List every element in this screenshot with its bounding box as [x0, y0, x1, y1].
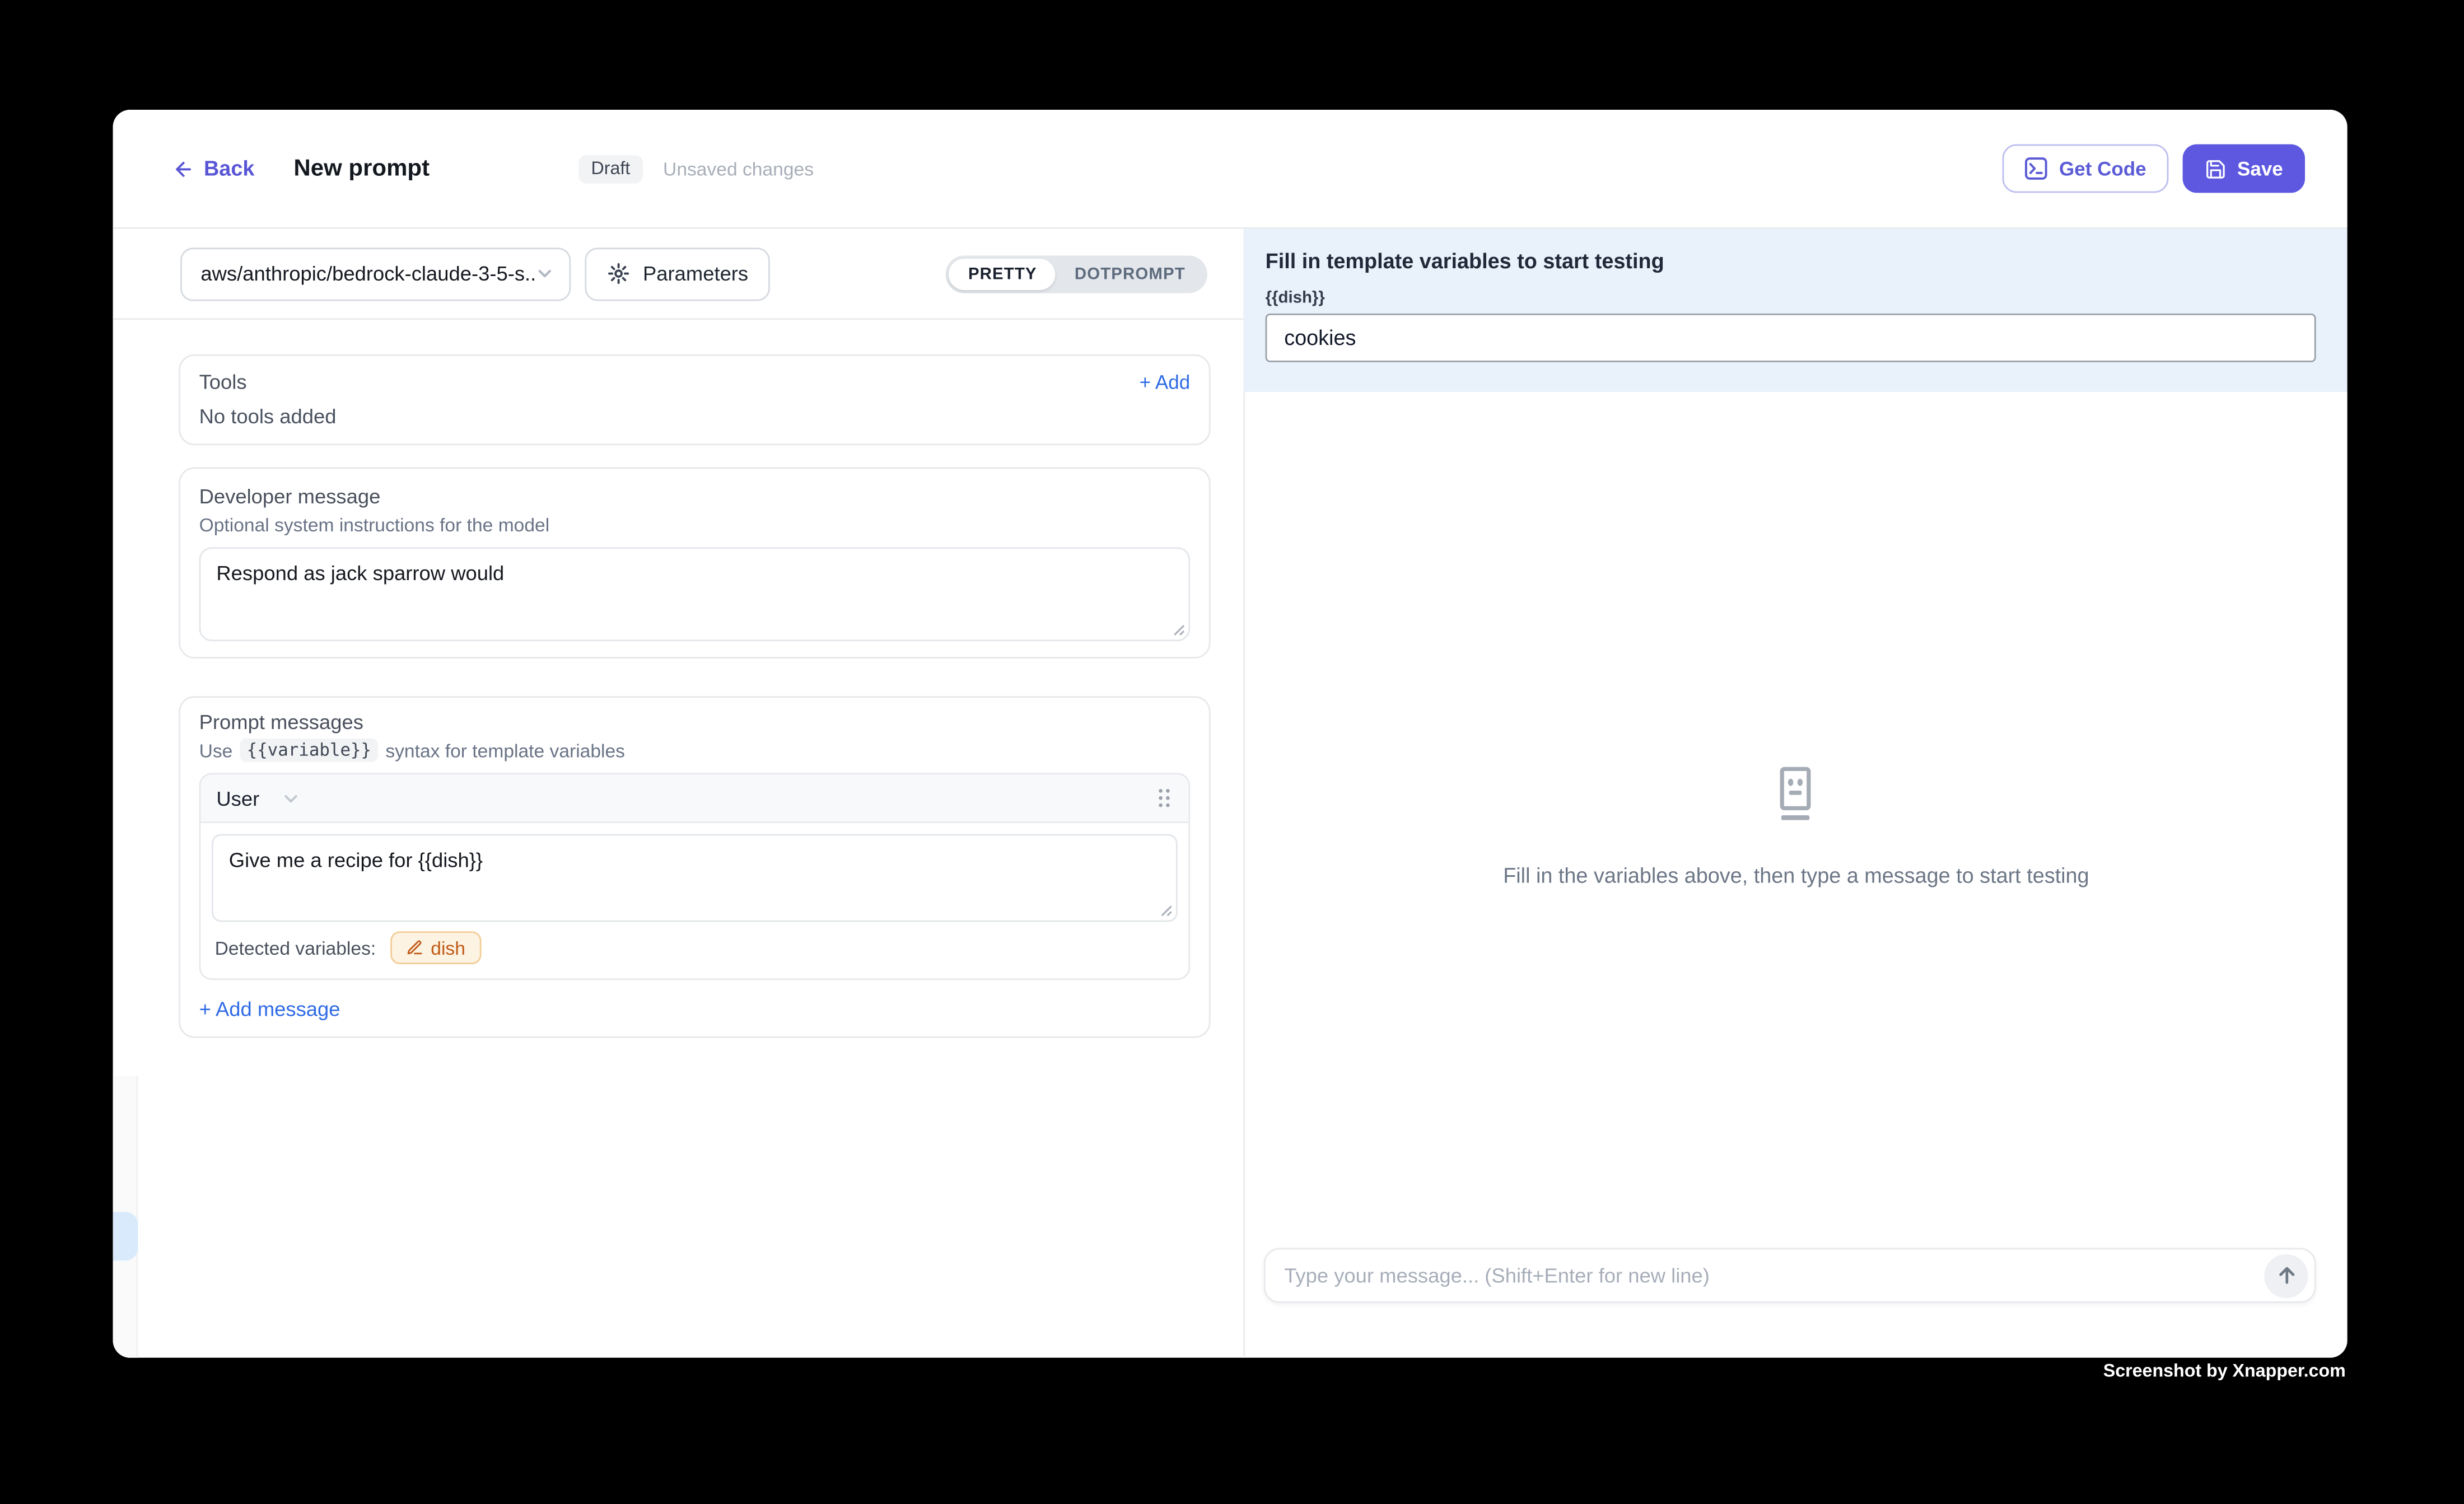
variable-chip-label: dish — [431, 937, 465, 959]
template-variables-panel: Fill in template variables to start test… — [1243, 229, 2347, 392]
developer-message-subtitle: Optional system instructions for the mod… — [199, 514, 1191, 536]
parameters-button[interactable]: Parameters — [585, 247, 770, 300]
bot-face-icon — [1772, 767, 1819, 823]
prompt-messages-card: Prompt messages Use {{variable}} syntax … — [179, 696, 1210, 1038]
editor-scroll-area: Tools + Add No tools added Developer mes… — [113, 320, 1244, 1038]
app-window: Back New prompt Draft Unsaved changes Ge… — [113, 110, 2348, 1358]
collapsed-drawer-active-item[interactable] — [113, 1212, 138, 1260]
prompt-messages-title: Prompt messages — [199, 710, 1191, 734]
format-toggle: PRETTY DOTPROMPT — [946, 255, 1207, 292]
chevron-down-icon — [536, 265, 553, 282]
arrow-up-icon — [2276, 1265, 2296, 1286]
toggle-dotprompt[interactable]: DOTPROMPT — [1056, 258, 1204, 289]
get-code-button[interactable]: Get Code — [2003, 144, 2168, 193]
variable-chip-dish[interactable]: dish — [390, 931, 480, 964]
watermark: Screenshot by Xnapper.com — [2103, 1362, 2346, 1381]
developer-message-textarea[interactable]: Respond as jack sparrow would — [199, 547, 1191, 641]
message-header: User — [200, 774, 1188, 823]
save-label: Save — [2237, 157, 2283, 179]
hint-prefix: Use — [199, 739, 233, 761]
detected-variables-label: Detected variables: — [215, 937, 376, 959]
add-tool-button[interactable]: + Add — [1140, 371, 1191, 393]
variable-value-input[interactable] — [1266, 314, 2316, 362]
header: Back New prompt Draft Unsaved changes Ge… — [113, 110, 2348, 229]
empty-state: Fill in the variables above, then type a… — [1503, 767, 2089, 888]
toggle-pretty[interactable]: PRETTY — [949, 258, 1056, 289]
parameters-label: Parameters — [643, 262, 748, 286]
screen: Back New prompt Draft Unsaved changes Ge… — [0, 0, 2464, 1503]
detected-variables-row: Detected variables: dish — [200, 922, 1188, 978]
page-title: New prompt — [293, 155, 430, 182]
add-message-button[interactable]: + Add message — [199, 997, 340, 1021]
get-code-label: Get Code — [2059, 157, 2146, 179]
chat-message-input[interactable] — [1284, 1264, 2264, 1287]
drag-handle-icon[interactable] — [1156, 786, 1173, 811]
template-variables-title: Fill in template variables to start test… — [1266, 249, 2316, 273]
message-block: User Give me a recipe for {{dish}} — [199, 773, 1191, 980]
unsaved-changes-label: Unsaved changes — [663, 157, 814, 179]
status-badge: Draft — [578, 155, 643, 183]
gear-icon — [607, 262, 631, 286]
model-row: aws/anthropic/bedrock-claude-3-5-s... Pa… — [113, 229, 1244, 320]
pencil-icon — [405, 939, 423, 956]
editor-pane: aws/anthropic/bedrock-claude-3-5-s... Pa… — [113, 229, 1244, 1356]
send-button[interactable] — [2264, 1254, 2308, 1297]
variable-syntax-code: {{variable}} — [240, 739, 377, 762]
role-selector[interactable]: User — [216, 786, 300, 810]
tools-title: Tools — [199, 370, 247, 394]
model-selector[interactable]: aws/anthropic/bedrock-claude-3-5-s... — [180, 247, 571, 300]
arrow-left-icon — [172, 157, 194, 179]
variable-name-label: {{dish}} — [1266, 288, 2316, 307]
hint-suffix: syntax for template variables — [385, 739, 625, 761]
save-icon — [2204, 157, 2226, 179]
developer-message-title: Developer message — [199, 484, 1191, 508]
terminal-icon — [2024, 157, 2048, 180]
developer-message-card: Developer message Optional system instru… — [179, 467, 1210, 658]
testing-pane: Fill in template variables to start test… — [1243, 229, 2347, 1356]
back-button[interactable]: Back — [172, 157, 254, 180]
role-value: User — [216, 786, 259, 810]
chevron-down-icon — [283, 790, 300, 807]
back-label: Back — [204, 157, 254, 180]
user-message-textarea[interactable]: Give me a recipe for {{dish}} — [212, 834, 1178, 922]
chat-area: Fill in the variables above, then type a… — [1243, 392, 2347, 1356]
tools-empty-text: No tools added — [199, 404, 1191, 428]
empty-state-text: Fill in the variables above, then type a… — [1503, 864, 2089, 888]
chat-input-bar — [1264, 1248, 2316, 1303]
prompt-messages-hint: Use {{variable}} syntax for template var… — [199, 739, 1191, 762]
model-selector-value: aws/anthropic/bedrock-claude-3-5-s... — [200, 262, 536, 286]
tools-card: Tools + Add No tools added — [179, 354, 1210, 445]
save-button[interactable]: Save — [2182, 144, 2305, 193]
